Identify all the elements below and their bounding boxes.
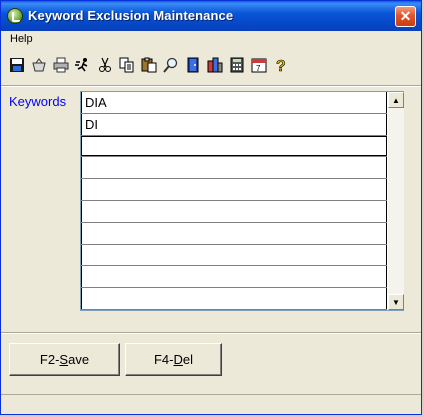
keyword-row xyxy=(81,288,387,310)
cut-icon[interactable] xyxy=(95,54,115,76)
help-icon[interactable]: ? xyxy=(271,54,291,76)
keywords-rows xyxy=(81,92,387,310)
keyword-row xyxy=(81,92,387,114)
print-icon[interactable] xyxy=(51,54,71,76)
calendar-icon[interactable]: 7 xyxy=(249,54,269,76)
svg-text:7: 7 xyxy=(256,64,261,73)
keyword-field[interactable] xyxy=(81,113,387,135)
keyword-exclusion-window: Keyword Exclusion Maintenance ✕ Help 7 ?… xyxy=(0,0,422,415)
window-title: Keyword Exclusion Maintenance xyxy=(28,8,234,23)
close-button[interactable]: ✕ xyxy=(395,6,416,27)
run-icon[interactable] xyxy=(73,54,93,76)
exit-door-icon[interactable] xyxy=(183,54,203,76)
keyword-row xyxy=(81,113,387,136)
svg-text:?: ? xyxy=(276,58,286,73)
save-button-mnemonic: S xyxy=(59,352,69,367)
keyword-row xyxy=(81,200,387,223)
scroll-track[interactable] xyxy=(388,108,404,294)
arrow-down-icon: ▼ xyxy=(392,297,400,307)
keyword-row xyxy=(81,222,387,245)
keyword-field[interactable] xyxy=(81,200,387,222)
delete-button-prefix: F4- xyxy=(153,352,174,367)
delete-button-suffix: el xyxy=(182,352,193,367)
scroll-down-button[interactable]: ▼ xyxy=(388,294,404,310)
keywords-grid: ▲ ▼ xyxy=(80,91,404,311)
status-bar xyxy=(1,394,421,414)
save-icon[interactable] xyxy=(7,54,27,76)
keyword-row xyxy=(81,179,387,201)
keyword-field[interactable] xyxy=(81,157,387,179)
keyword-row xyxy=(81,266,387,289)
copy-icon[interactable] xyxy=(117,54,137,76)
building-icon[interactable] xyxy=(205,54,225,76)
keywords-label: Keywords xyxy=(9,94,67,109)
keyword-field[interactable] xyxy=(81,222,387,244)
menu-help[interactable]: Help xyxy=(10,33,33,45)
keyword-row xyxy=(81,135,387,158)
keywords-scrollbar[interactable]: ▲ ▼ xyxy=(387,92,404,310)
keyword-field[interactable] xyxy=(81,179,387,200)
title-bar[interactable]: Keyword Exclusion Maintenance ✕ xyxy=(1,1,421,31)
save-button-prefix: F2- xyxy=(39,352,60,367)
toolbar-divider xyxy=(1,85,421,87)
buttons-divider xyxy=(1,332,421,334)
delete-button[interactable]: F4- Del xyxy=(125,343,222,376)
keyword-field[interactable] xyxy=(81,92,387,113)
app-icon xyxy=(7,8,23,24)
delete-button-mnemonic: D xyxy=(173,352,183,367)
keyword-field[interactable] xyxy=(81,288,387,309)
arrow-up-icon: ▲ xyxy=(392,95,400,105)
find-icon[interactable] xyxy=(161,54,181,76)
save-button-suffix: ave xyxy=(68,352,90,367)
scroll-up-button[interactable]: ▲ xyxy=(388,92,404,108)
menu-bar: Help xyxy=(1,31,421,49)
keyword-row xyxy=(81,157,387,180)
paste-icon[interactable] xyxy=(139,54,159,76)
save-button[interactable]: F2- Save xyxy=(9,343,120,376)
toolbar: 7 ? xyxy=(7,54,291,80)
keyword-field[interactable] xyxy=(81,266,387,288)
keyword-row xyxy=(81,244,387,267)
basket-icon[interactable] xyxy=(29,54,49,76)
calculator-icon[interactable] xyxy=(227,54,247,76)
keyword-field[interactable] xyxy=(81,135,387,157)
keyword-field[interactable] xyxy=(81,244,387,266)
